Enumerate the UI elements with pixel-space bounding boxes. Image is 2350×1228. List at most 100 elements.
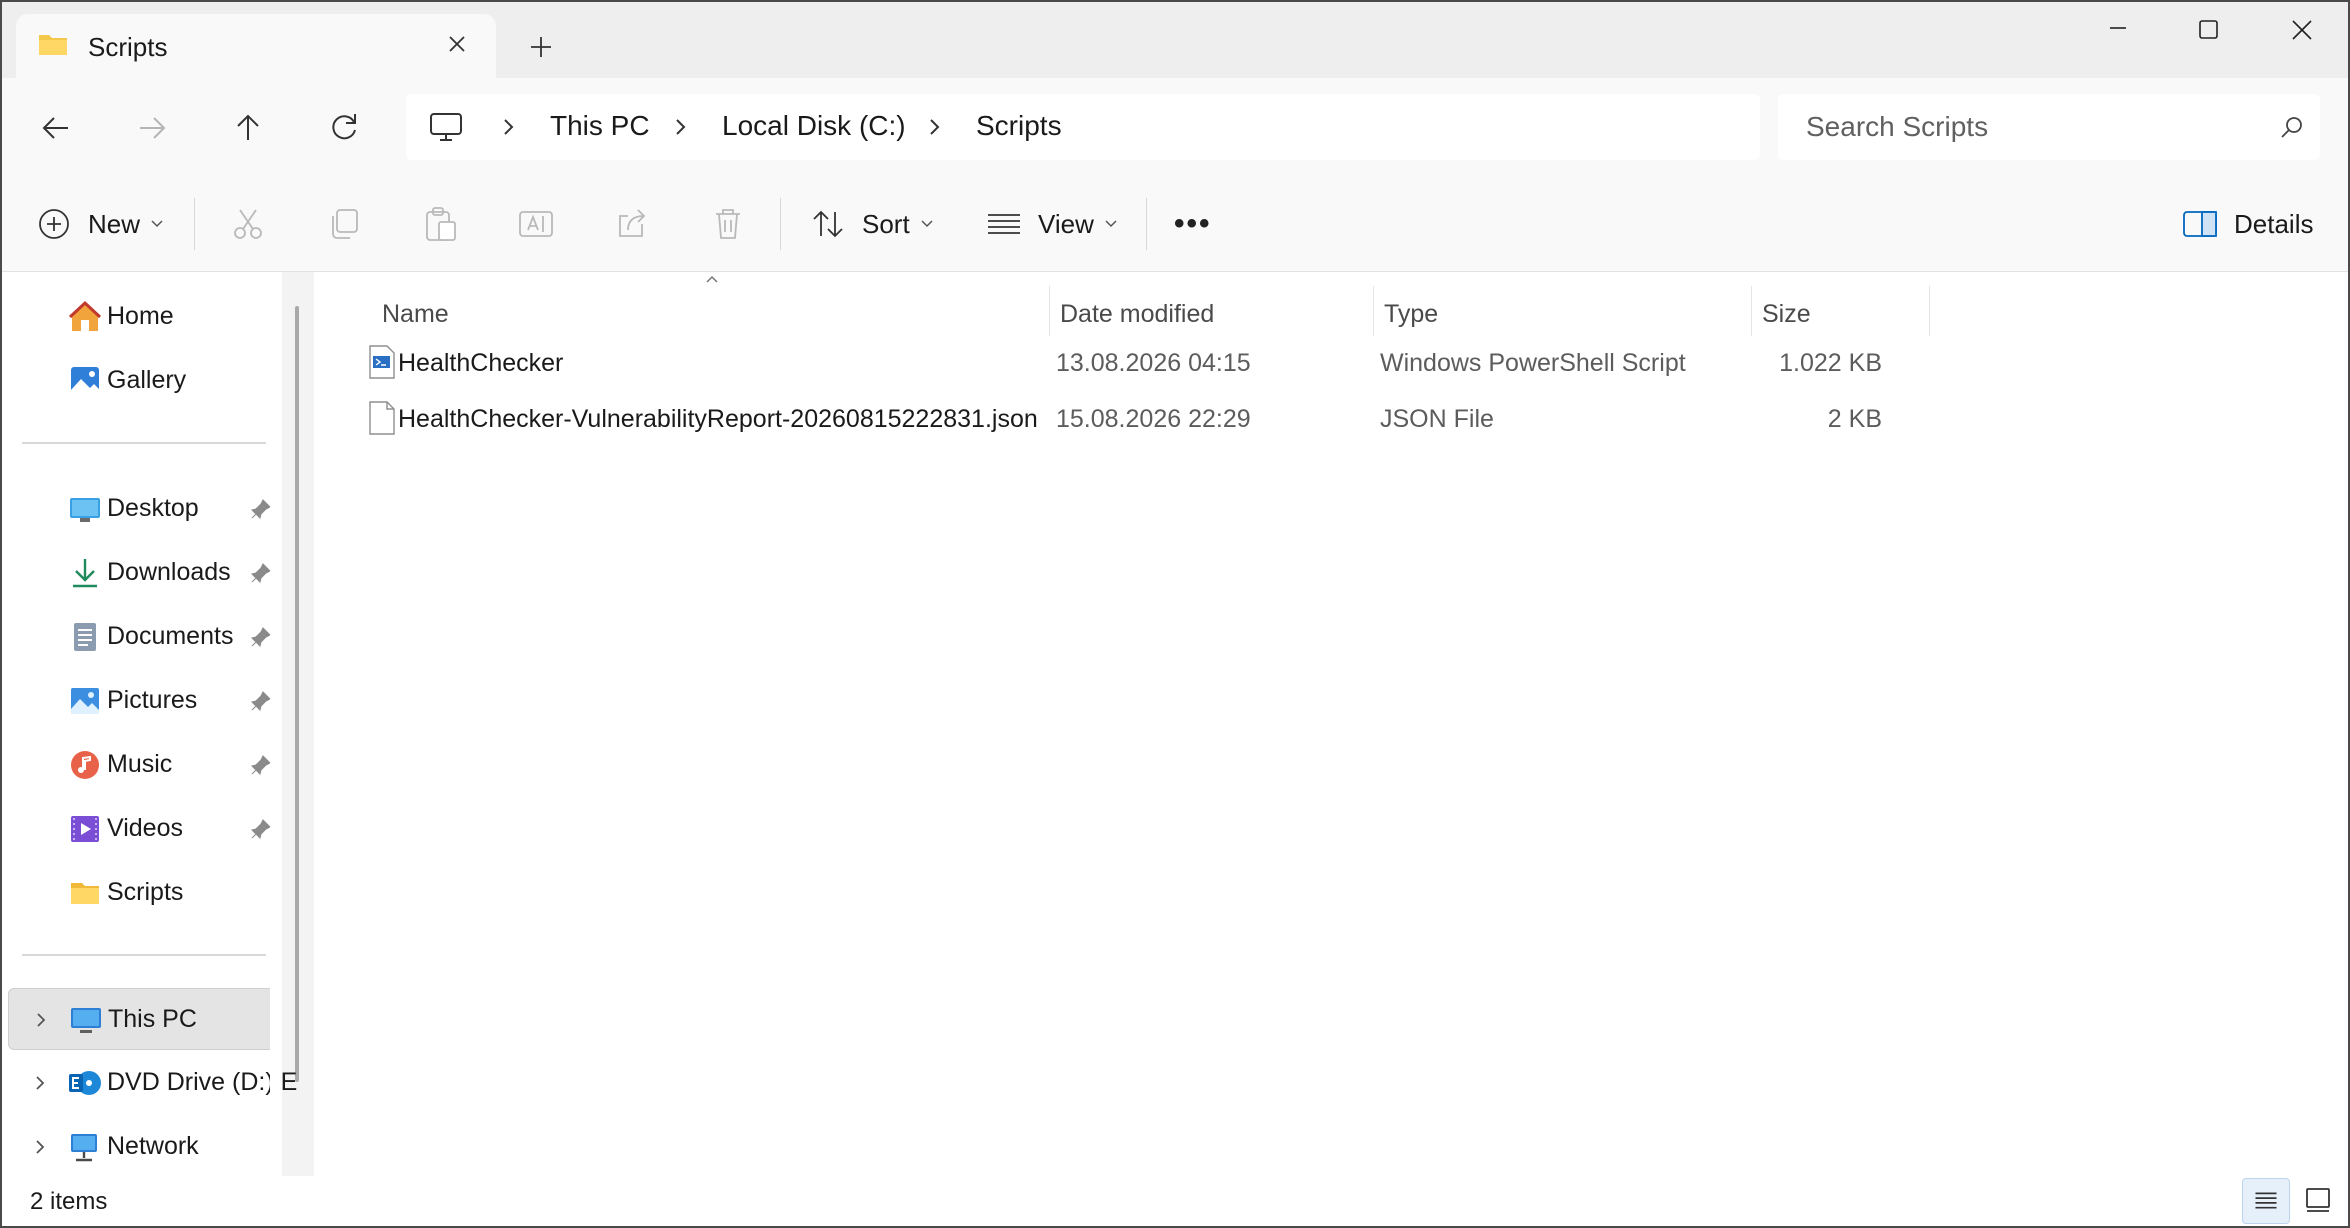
computer-icon (71, 1008, 101, 1033)
delete-icon (716, 209, 740, 239)
search-icon[interactable] (2278, 114, 2306, 142)
chevron-right-icon[interactable] (924, 116, 944, 138)
status-bar: 2 items (0, 1176, 2350, 1228)
view-button[interactable]: View (984, 196, 1118, 252)
sidebar-item-desktop[interactable]: Desktop (8, 478, 280, 540)
chevron-down-icon (921, 220, 933, 228)
file-name: HealthChecker-VulnerabilityReport-202608… (398, 405, 1038, 433)
file-name: HealthChecker (398, 349, 564, 377)
sidebar-item-documents[interactable]: Documents (8, 606, 280, 668)
pin-icon[interactable] (250, 754, 272, 776)
search-box[interactable] (1778, 94, 2320, 160)
search-input[interactable] (1806, 108, 2246, 146)
sidebar-edge (270, 272, 282, 1176)
sidebar-divider (22, 954, 266, 956)
new-label: New (88, 208, 141, 239)
chevron-right-icon[interactable] (498, 116, 518, 138)
toolbar-divider (1146, 198, 1147, 250)
pin-icon[interactable] (250, 690, 272, 712)
sidebar-item-music[interactable]: Music (8, 734, 280, 796)
arrow-right-icon[interactable] (130, 106, 174, 150)
large-icons-view-icon[interactable] (2294, 1178, 2342, 1224)
breadcrumb-this-pc[interactable]: This PC (550, 110, 650, 142)
sidebar-label: Home (107, 302, 174, 330)
sidebar-label: DVD Drive (D:) E (107, 1068, 298, 1096)
sidebar-label: Videos (107, 814, 183, 842)
title-bar: Scripts (0, 0, 2350, 78)
file-row[interactable]: HealthChecker-VulnerabilityReport-202608… (354, 390, 1954, 446)
cut-button[interactable] (228, 196, 268, 252)
sidebar-item-pictures[interactable]: Pictures (8, 670, 280, 732)
sidebar-item-home[interactable]: Home (8, 286, 280, 348)
close-tab-icon[interactable] (441, 28, 473, 60)
music-icon (71, 751, 99, 779)
toolbar-divider (194, 198, 195, 250)
rename-button[interactable] (516, 196, 556, 252)
share-button[interactable] (612, 196, 652, 252)
file-type: JSON File (1380, 405, 1494, 433)
column-label: Date modified (1060, 300, 1215, 328)
folder-icon (71, 883, 99, 904)
sidebar-item-gallery[interactable]: Gallery (8, 350, 280, 412)
chevron-right-icon[interactable] (33, 1009, 49, 1031)
file-date: 13.08.2026 04:15 (1056, 349, 1251, 377)
dvd-drive-icon (69, 1071, 101, 1095)
powershell-script-icon (369, 345, 395, 379)
file-size: 1.022 KB (1779, 349, 1882, 377)
minimize-icon[interactable] (2088, 12, 2148, 52)
pin-icon[interactable] (250, 562, 272, 584)
arrow-up-icon[interactable] (226, 106, 270, 150)
home-icon (68, 300, 102, 331)
sidebar-item-dvd-drive[interactable]: DVD Drive (D:) E (8, 1052, 297, 1114)
delete-button[interactable] (708, 196, 748, 252)
details-pane-button[interactable]: Details (2180, 196, 2313, 252)
refresh-icon[interactable] (322, 106, 366, 150)
column-label: Size (1762, 300, 1811, 328)
sidebar-label: This PC (108, 1005, 197, 1033)
file-row[interactable]: HealthChecker 13.08.2026 04:15 Windows P… (354, 334, 1954, 390)
column-label: Name (382, 300, 449, 328)
tab-title: Scripts (88, 32, 168, 62)
breadcrumb-scripts[interactable]: Scripts (976, 110, 1062, 142)
command-bar: New Sort View ••• Details (0, 176, 2350, 272)
chevron-right-icon[interactable] (670, 116, 690, 138)
network-icon (71, 1134, 97, 1162)
address-bar[interactable]: This PC Local Disk (C:) Scripts (406, 94, 1760, 160)
column-divider[interactable] (1929, 286, 1930, 336)
sidebar-label: Gallery (107, 366, 187, 394)
file-date: 15.08.2026 22:29 (1056, 405, 1251, 433)
sidebar-item-scripts[interactable]: Scripts (8, 862, 280, 924)
details-label: Details (2234, 208, 2314, 239)
sidebar-item-videos[interactable]: Videos (8, 798, 280, 860)
sidebar-label: Music (107, 750, 173, 778)
tab-scripts[interactable]: Scripts (16, 14, 496, 78)
rename-icon (519, 211, 553, 237)
sidebar-label: Pictures (107, 686, 198, 714)
pin-icon[interactable] (250, 626, 272, 648)
sort-button[interactable]: Sort (808, 196, 934, 252)
sidebar-item-network[interactable]: Network (8, 1116, 280, 1178)
arrow-left-icon[interactable] (34, 106, 78, 150)
pin-icon[interactable] (250, 818, 272, 840)
maximize-icon[interactable] (2178, 12, 2238, 52)
close-icon[interactable] (2272, 12, 2332, 52)
sidebar-item-this-pc[interactable]: This PC (8, 988, 280, 1050)
column-label: Type (1384, 300, 1439, 328)
computer-icon[interactable] (428, 109, 464, 145)
chevron-right-icon[interactable] (32, 1136, 48, 1158)
new-button[interactable]: New (34, 196, 164, 252)
chevron-right-icon[interactable] (32, 1072, 48, 1094)
details-view-icon[interactable] (2242, 1178, 2290, 1224)
details-pane-icon (2183, 211, 2217, 237)
sidebar-label: Scripts (107, 878, 184, 906)
sidebar-item-downloads[interactable]: Downloads (8, 542, 280, 604)
breadcrumb-local-disk[interactable]: Local Disk (C:) (722, 110, 906, 142)
view-list-icon (988, 214, 1020, 234)
more-options-button[interactable]: ••• (1174, 196, 1212, 252)
pin-icon[interactable] (250, 498, 272, 520)
sidebar-scrollbar[interactable] (295, 306, 299, 1082)
chevron-down-icon (1105, 220, 1117, 228)
paste-button[interactable] (420, 196, 460, 252)
copy-button[interactable] (324, 196, 364, 252)
plus-icon[interactable] (526, 32, 556, 62)
